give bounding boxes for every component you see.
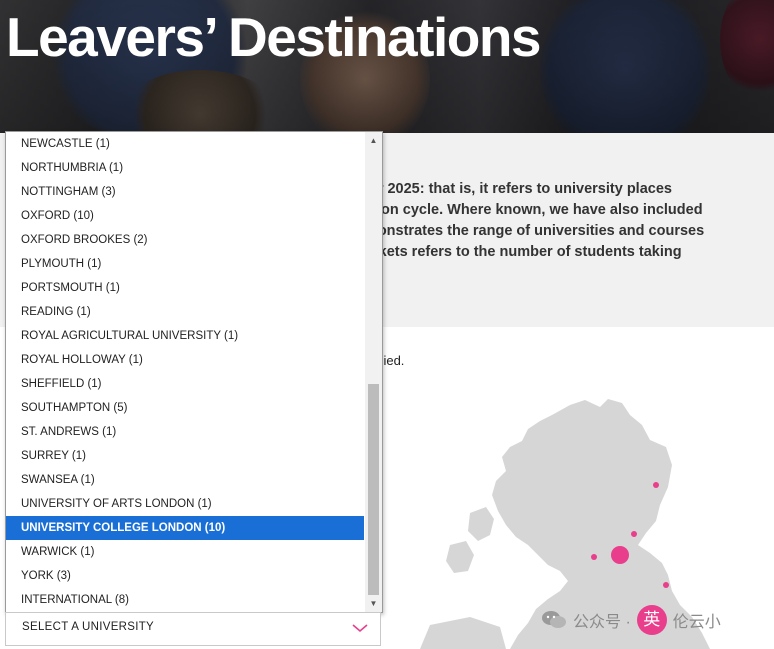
- option-list: NEWCASTLE (1) NORTHUMBRIA (1) NOTTINGHAM (…: [6, 132, 364, 612]
- university-option[interactable]: INTERNATIONAL (8): [6, 588, 364, 612]
- university-option[interactable]: SHEFFIELD (1): [6, 372, 364, 396]
- island-landmass: [446, 541, 474, 573]
- scroll-down-icon[interactable]: ▼: [365, 595, 382, 612]
- university-option[interactable]: YORK (3): [6, 564, 364, 588]
- watermark-badge: 英: [636, 605, 667, 635]
- scroll-up-icon[interactable]: ▲: [365, 132, 382, 149]
- university-option[interactable]: PORTSMOUTH (1): [6, 276, 364, 300]
- university-option[interactable]: OXFORD (10): [6, 204, 364, 228]
- watermark-suffix: 伦云小: [672, 614, 721, 631]
- location-marker[interactable]: [611, 546, 629, 564]
- watermark: 公众号 · 英 伦云小: [541, 605, 721, 635]
- location-marker[interactable]: [591, 554, 597, 560]
- scrollbar-thumb[interactable]: [368, 384, 379, 595]
- island-landmass: [420, 617, 506, 649]
- university-option[interactable]: ROYAL AGRICULTURAL UNIVERSITY (1): [6, 324, 364, 348]
- university-option[interactable]: READING (1): [6, 300, 364, 324]
- wechat-icon: [542, 611, 566, 628]
- university-dropdown-list[interactable]: NEWCASTLE (1) NORTHUMBRIA (1) NOTTINGHAM (…: [5, 131, 383, 613]
- university-option[interactable]: SURREY (1): [6, 444, 364, 468]
- university-option[interactable]: NORTHUMBRIA (1): [6, 156, 364, 180]
- scrollbar[interactable]: ▲ ▼: [365, 132, 382, 612]
- island-landmass: [468, 507, 494, 541]
- select-label: SELECT A UNIVERSITY: [22, 621, 155, 633]
- intro-text: mber 2025: that is, it refers to univers…: [348, 181, 705, 260]
- watermark-text: 公众号 ·: [573, 614, 631, 631]
- hero-banner: Leavers’ Destinations: [0, 0, 774, 133]
- chevron-down-icon: [352, 624, 368, 633]
- university-option[interactable]: UNIVERSITY OF ARTS LONDON (1): [6, 492, 364, 516]
- university-option[interactable]: WARWICK (1): [6, 540, 364, 564]
- university-option[interactable]: NOTTINGHAM (3): [6, 180, 364, 204]
- university-option[interactable]: ST. ANDREWS (1): [6, 420, 364, 444]
- university-option[interactable]: SOUTHAMPTON (5): [6, 396, 364, 420]
- university-option[interactable]: OXFORD BROOKES (2): [6, 228, 364, 252]
- location-marker[interactable]: [631, 531, 637, 537]
- page-title: Leavers’ Destinations: [6, 6, 542, 68]
- university-option[interactable]: PLYMOUTH (1): [6, 252, 364, 276]
- location-marker[interactable]: [653, 482, 659, 488]
- university-select[interactable]: SELECT A UNIVERSITY: [5, 612, 381, 646]
- university-option[interactable]: ROYAL HOLLOWAY (1): [6, 348, 364, 372]
- university-option[interactable]: NEWCASTLE (1): [6, 132, 364, 156]
- university-option[interactable]: UNIVERSITY COLLEGE LONDON (10): [6, 516, 364, 540]
- location-marker[interactable]: [663, 582, 669, 588]
- university-option[interactable]: SWANSEA (1): [6, 468, 364, 492]
